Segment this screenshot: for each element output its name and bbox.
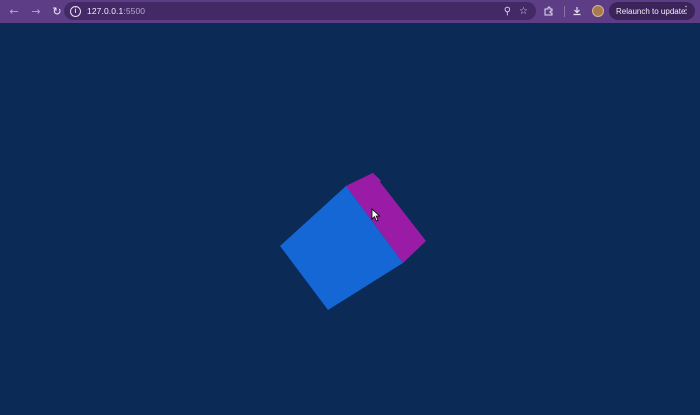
address-bar[interactable]: i 127.0.0.1:5500 ⚲ ☆ (64, 2, 536, 20)
forward-button[interactable]: → (28, 4, 44, 20)
mouse-cursor-icon (371, 208, 381, 222)
page-viewport[interactable] (0, 23, 700, 415)
browser-toolbar: ← → ↻ i 127.0.0.1:5500 ⚲ ☆ Relaunch to u… (0, 0, 700, 23)
info-icon[interactable]: i (70, 5, 81, 17)
downloads-button[interactable] (569, 3, 585, 19)
zoom-icon[interactable]: ⚲ (504, 6, 511, 17)
arrow-right-icon: → (31, 5, 41, 18)
profile-avatar[interactable] (592, 5, 604, 17)
puzzle-icon (544, 6, 553, 16)
arrow-left-icon: ← (9, 5, 19, 18)
back-button[interactable]: ← (6, 4, 22, 20)
reload-icon: ↻ (52, 5, 62, 18)
url-host: 127.0.0.1 (87, 6, 124, 16)
extensions-button[interactable] (541, 3, 557, 19)
url-port: :5500 (123, 6, 146, 16)
download-icon (573, 7, 581, 16)
more-vertical-icon[interactable]: ⋮ (681, 2, 691, 20)
toolbar-divider (564, 6, 565, 17)
star-icon[interactable]: ☆ (519, 6, 528, 17)
url-text[interactable]: 127.0.0.1:5500 (87, 6, 145, 16)
relaunch-button[interactable]: Relaunch to update ⋮ (609, 2, 695, 20)
reload-button[interactable]: ↻ (49, 4, 65, 20)
3d-scene-canvas[interactable] (0, 23, 700, 415)
relaunch-label: Relaunch to update (616, 6, 686, 16)
